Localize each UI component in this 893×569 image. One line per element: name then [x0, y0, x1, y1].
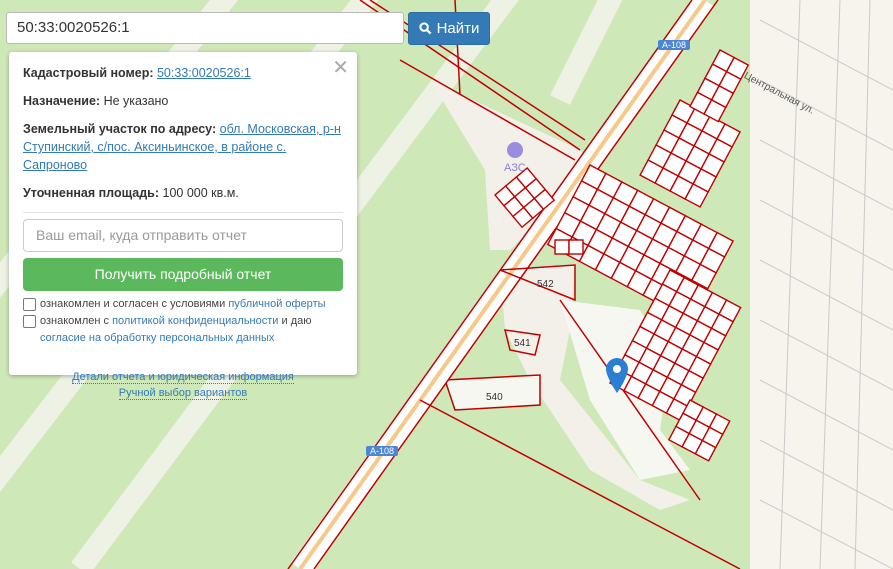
road-label: А-108	[366, 446, 399, 456]
purpose-label: Назначение:	[23, 94, 101, 108]
privacy-checkbox[interactable]	[23, 315, 36, 328]
purpose-value: Не указано	[103, 94, 169, 108]
parcel-label: 540	[486, 392, 503, 403]
area-label: Уточненная площадь:	[23, 186, 160, 200]
find-button-label: Найти	[436, 20, 480, 37]
cadastral-label: Кадастровый номер:	[23, 66, 154, 80]
parcel-label: 541	[514, 338, 531, 349]
parcel[interactable]	[554, 239, 570, 255]
parcel-label: 542	[537, 279, 554, 290]
address-label: Земельный участок по адресу:	[23, 122, 217, 136]
personal-data-link[interactable]: согласие на обработку персональных данны…	[40, 332, 274, 344]
gas-station-label: АЗС	[504, 162, 526, 174]
parcel-info-panel: ✕ Кадастровый номер: 50:33:0020526:1 Наз…	[9, 52, 357, 400]
consent-text: ознакомлен с	[40, 315, 110, 327]
get-report-button[interactable]: Получить подробный отчет	[23, 258, 343, 291]
search-input[interactable]: 50:33:0020526:1	[6, 12, 404, 44]
find-button[interactable]: Найти	[408, 12, 490, 45]
road-label: А-108	[658, 40, 691, 50]
cadastral-link[interactable]: 50:33:0020526:1	[157, 66, 251, 80]
manual-selection-link[interactable]: Ручной выбор вариантов	[118, 387, 248, 400]
consent-offer: ознакомлен и согласен с условиями публич…	[23, 296, 343, 313]
offer-checkbox[interactable]	[23, 298, 36, 311]
privacy-link[interactable]: политикой конфиденциальности	[112, 315, 278, 327]
offer-link[interactable]: публичной оферты	[228, 298, 325, 310]
consent-text: и даю	[281, 315, 312, 327]
parcel[interactable]	[568, 239, 584, 255]
email-input[interactable]: Ваш email, куда отправить отчет	[23, 219, 343, 252]
close-icon[interactable]: ✕	[332, 55, 349, 80]
details-link[interactable]: Детали отчета и юридическая информация	[72, 371, 294, 384]
consent-text: ознакомлен и согласен с условиями	[40, 298, 226, 310]
search-icon	[418, 22, 432, 35]
area-value: 100 000 кв.м.	[162, 186, 239, 200]
divider	[23, 212, 343, 213]
consent-privacy: ознакомлен с политикой конфиденциальност…	[23, 313, 343, 347]
